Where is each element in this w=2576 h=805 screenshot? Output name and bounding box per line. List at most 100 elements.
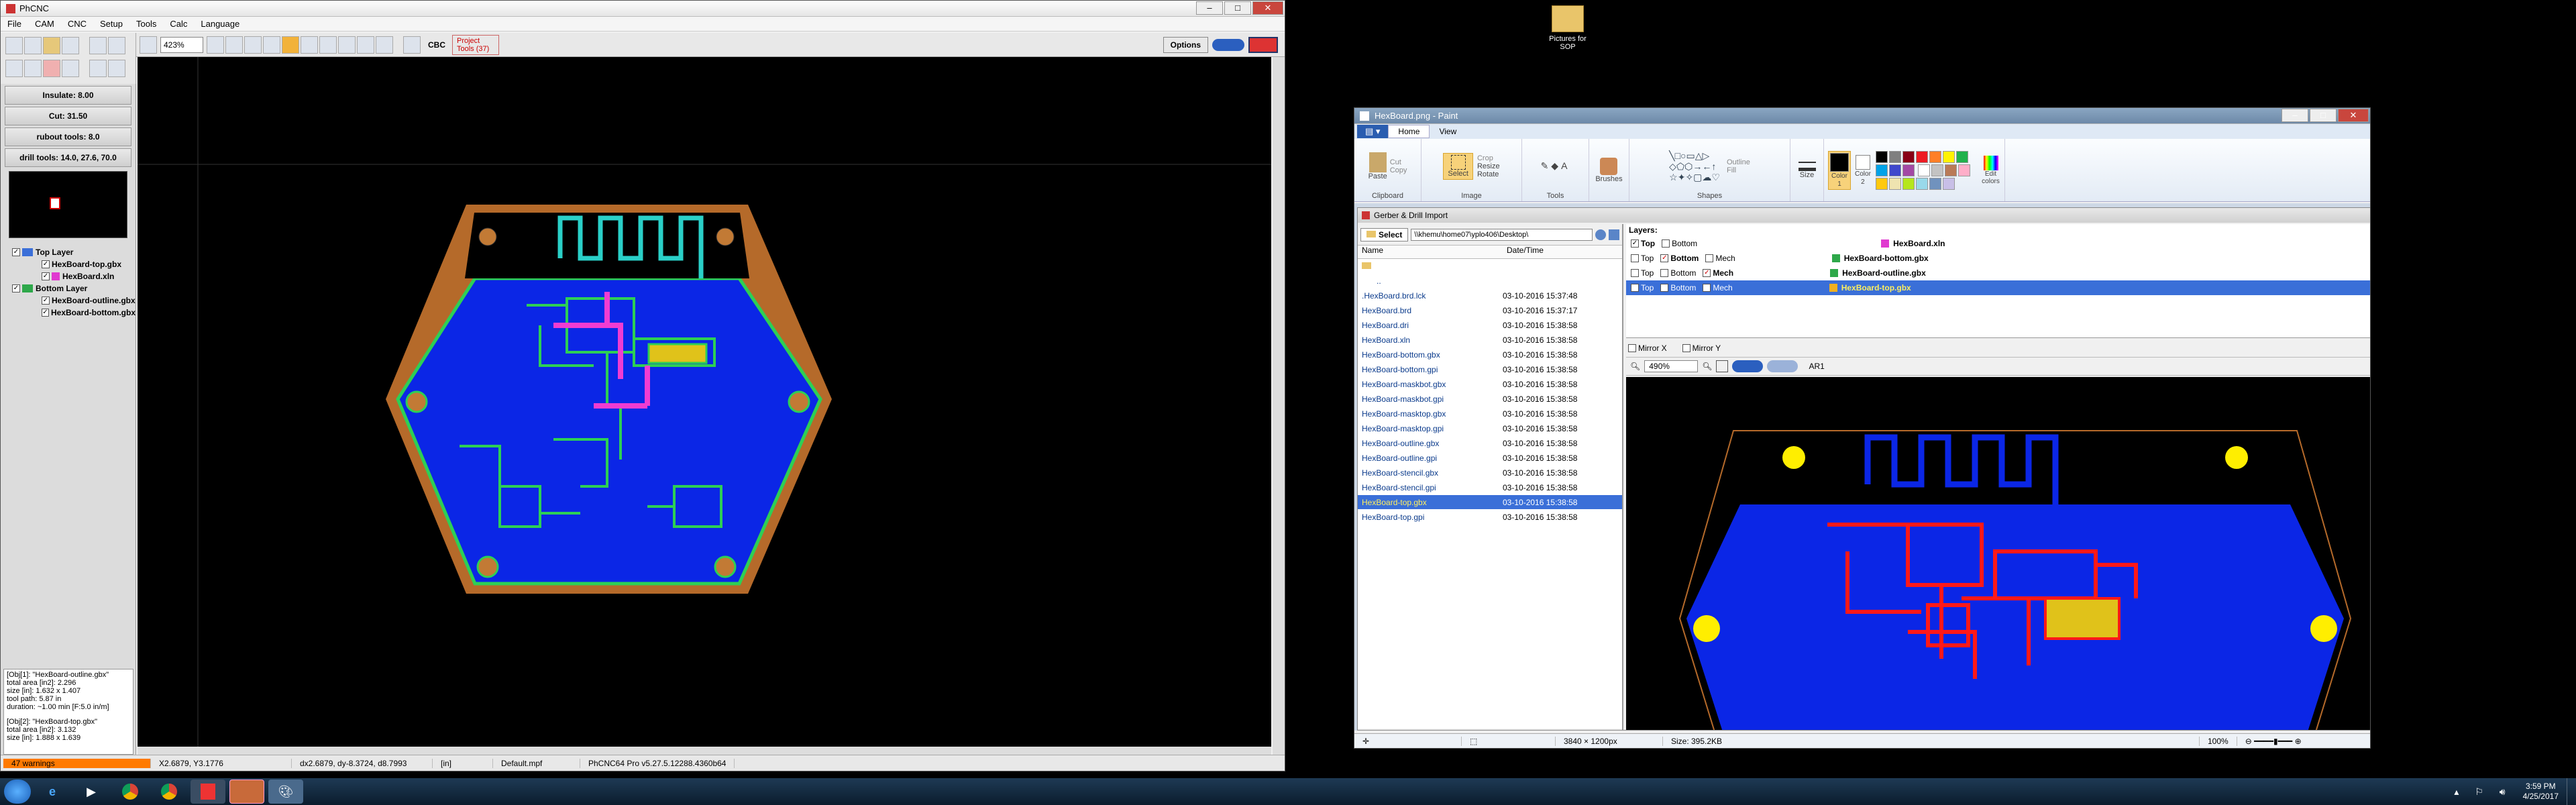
desktop-folder[interactable]: Pictures for SOP <box>1542 3 1594 60</box>
measure-icon[interactable] <box>263 36 280 54</box>
color-swatch[interactable] <box>1888 150 1901 163</box>
paint-taskbar-icon[interactable]: 🎨︎ <box>268 780 303 804</box>
file-row[interactable]: .HexBoard.brd.lck 03-10-2016 15:37:48 <box>1358 288 1622 303</box>
tab-view[interactable]: View <box>1430 125 1466 138</box>
paste-icon[interactable] <box>108 60 125 77</box>
file-row[interactable]: .. <box>1358 274 1622 288</box>
minimize-button[interactable]: – <box>1196 1 1223 15</box>
tree-bottom-layer[interactable]: ✓ Bottom Layer <box>10 282 136 294</box>
fill-button[interactable]: Fill <box>1727 166 1750 174</box>
file-row[interactable]: HexBoard-bottom.gpi 03-10-2016 15:38:58 <box>1358 362 1622 377</box>
file-row[interactable]: HexBoard.brd 03-10-2016 15:37:17 <box>1358 303 1622 318</box>
color-swatch[interactable] <box>1902 164 1915 176</box>
tab-home[interactable]: Home <box>1388 125 1430 138</box>
size-group[interactable]: Size <box>1790 139 1824 201</box>
brushes-group[interactable]: Brushes <box>1589 139 1629 201</box>
canvas-vscroll[interactable] <box>1273 57 1285 755</box>
rotate-button[interactable]: Rotate <box>1477 170 1500 178</box>
minimize-button[interactable]: – <box>2282 109 2308 122</box>
start-button[interactable] <box>4 780 31 804</box>
tray-icons[interactable]: ▴ ⚐ 🔊︎ <box>2454 786 2512 798</box>
clock-date[interactable]: 4/25/2017 <box>2523 792 2559 802</box>
color-swatch[interactable] <box>1888 164 1901 176</box>
paint-titlebar[interactable]: HexBoard.png - Paint – □ ✕ <box>1354 108 2370 124</box>
file-row[interactable]: HexBoard.xln 03-10-2016 15:38:58 <box>1358 333 1622 347</box>
node-icon[interactable] <box>338 36 356 54</box>
zoom-in-icon[interactable]: 🔍︎ <box>1702 362 1712 371</box>
grid-icon[interactable] <box>225 36 243 54</box>
copy-button[interactable]: Copy <box>1390 166 1407 174</box>
file-row[interactable]: HexBoard.dri 03-10-2016 15:38:58 <box>1358 318 1622 333</box>
phcnc-taskbar-icon[interactable] <box>229 780 264 804</box>
cbc-label[interactable]: CBC <box>428 40 445 50</box>
file-row[interactable]: HexBoard-top.gpi 03-10-2016 15:38:58 <box>1358 510 1622 525</box>
menu-language[interactable]: Language <box>194 19 246 29</box>
mirror-x-checkbox[interactable] <box>1628 344 1636 352</box>
path-icon[interactable] <box>376 36 393 54</box>
probe-icon[interactable] <box>89 37 107 54</box>
export-icon[interactable] <box>62 60 79 77</box>
ie-icon[interactable]: e <box>35 780 70 804</box>
layer-row[interactable]: ✓ Top Bottom HexBoard.xln <box>1626 236 2370 251</box>
col-name-header[interactable]: Name <box>1358 246 1503 258</box>
zoom-select[interactable]: 490% <box>1644 360 1699 372</box>
maximize-button[interactable]: □ <box>1224 1 1251 15</box>
ratio-label[interactable]: AR1 <box>1809 362 1824 371</box>
top-view-toggle[interactable] <box>1767 360 1799 372</box>
insulate-tool[interactable]: Insulate: 8.00 <box>5 86 131 105</box>
color-swatch[interactable] <box>1888 177 1901 190</box>
pcb-canvas[interactable] <box>138 57 1271 755</box>
view-icon[interactable] <box>244 36 262 54</box>
settings-icon[interactable] <box>108 37 125 54</box>
file-row[interactable]: HexBoard-stencil.gbx 03-10-2016 15:38:58 <box>1358 466 1622 480</box>
refresh-icon[interactable] <box>1595 229 1606 240</box>
color1-button[interactable]: Color 1 <box>1828 150 1851 190</box>
path-input[interactable]: \\khemu\home07\yplo406\Desktop\ <box>1411 228 1593 241</box>
tree-file[interactable]: ✓ HexBoard-outline.gbx <box>10 294 136 307</box>
resize-button[interactable]: Resize <box>1477 162 1500 170</box>
color-swatch[interactable] <box>1942 150 1955 163</box>
select-area-icon[interactable] <box>301 36 318 54</box>
machine-icon[interactable] <box>403 36 421 54</box>
media-icon[interactable]: ▶ <box>74 780 109 804</box>
align-icon[interactable] <box>319 36 337 54</box>
mill-icon[interactable] <box>43 37 60 54</box>
file-row[interactable] <box>1358 259 1622 274</box>
color-swatch[interactable] <box>1902 177 1915 190</box>
select-folder-button[interactable]: Select <box>1360 227 1409 241</box>
layer-row-selected[interactable]: ✓ Top Bottom Mech HexBoard-top.gbx <box>1626 280 2370 295</box>
zoom-slider[interactable]: ⊖ ━━━━▮━━━ ⊕ <box>2237 737 2331 746</box>
color-swatch[interactable] <box>1902 150 1915 163</box>
maximize-button[interactable]: □ <box>2310 109 2337 122</box>
color-swatch[interactable] <box>1929 177 1941 190</box>
tree-file[interactable]: ✓ HexBoard-bottom.gbx <box>10 307 136 319</box>
rubout-tool[interactable]: rubout tools: 8.0 <box>5 127 131 146</box>
tree-top-layer[interactable]: ✓ Top Layer <box>10 246 136 258</box>
cut-tool[interactable]: Cut: 31.50 <box>5 107 131 125</box>
cut-button[interactable]: Cut <box>1390 158 1407 166</box>
chrome-icon[interactable] <box>113 780 148 804</box>
clock-time[interactable]: 3:59 PM <box>2523 782 2559 792</box>
gerber-preview[interactable] <box>1626 377 2370 730</box>
toggle-icon[interactable] <box>1212 38 1244 51</box>
color2-button[interactable]: Color 2 <box>1855 154 1871 186</box>
copy-icon[interactable] <box>89 60 107 77</box>
cut-icon[interactable] <box>24 60 42 77</box>
edit-colors-button[interactable]: Edit colors <box>1981 155 2000 185</box>
tree-file[interactable]: ✓ HexBoard-top.gbx <box>10 258 136 270</box>
menu-calc[interactable]: Calc <box>163 19 194 29</box>
layer-icon[interactable] <box>62 37 79 54</box>
layer-row[interactable]: Top Bottom ✓ Mech HexBoard-outline.gbx <box>1626 266 2370 280</box>
canvas-hscroll[interactable] <box>138 747 1271 755</box>
zoom-select[interactable]: 423% <box>160 36 203 53</box>
file-menu-button[interactable]: ▤ ▾ <box>1357 125 1389 138</box>
color-swatch[interactable] <box>1915 177 1928 190</box>
close-button[interactable]: ✕ <box>2338 109 2369 122</box>
file-row[interactable]: HexBoard-bottom.gbx 03-10-2016 15:38:58 <box>1358 347 1622 362</box>
zoom-out-icon[interactable]: 🔍︎ <box>1630 362 1640 371</box>
file-row[interactable]: HexBoard-outline.gbx 03-10-2016 15:38:58 <box>1358 436 1622 451</box>
pcb-view[interactable] <box>138 57 1271 755</box>
menu-setup[interactable]: Setup <box>93 19 129 29</box>
close-button[interactable]: ✕ <box>1252 1 1283 15</box>
select-button[interactable]: Select <box>1443 152 1473 180</box>
